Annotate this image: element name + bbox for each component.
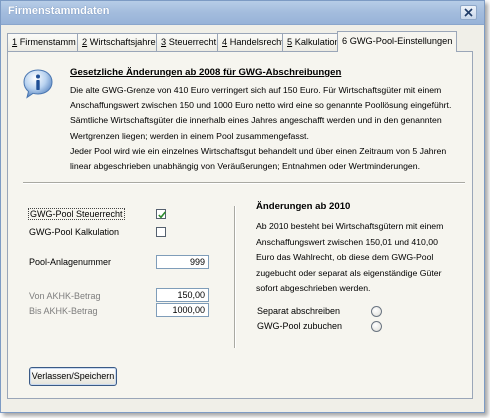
changes-line: sofort abgeschrieben werden. xyxy=(256,283,371,293)
tab-label: Firmenstamm xyxy=(19,37,76,47)
tab-key: 2 xyxy=(82,37,88,47)
tab-label: Handelsrecht xyxy=(229,37,284,47)
info-title: Gesetzliche Änderungen ab 2008 für GWG-A… xyxy=(70,67,342,78)
tab-label: Steuerrecht xyxy=(168,37,217,47)
info-text: Die alte GWG-Grenze von 410 Euro verring… xyxy=(70,83,465,174)
changes-line: Euro das Wahlrecht, ob diese dem GWG-Poo… xyxy=(256,252,434,262)
close-button[interactable] xyxy=(460,5,477,20)
tab-label: Kalkulation xyxy=(294,37,340,47)
gwg-pool-zubuchen-radio[interactable] xyxy=(371,321,382,332)
anlagenummer-label: Pool-Anlagenummer xyxy=(29,257,112,267)
info-line: Wertgrenzen liegen; werden in einem Pool… xyxy=(70,130,309,141)
info-line: linear abgeschrieben unabhängig von Verä… xyxy=(70,161,420,172)
changes-2010-text: Ab 2010 besteht bei Wirtschaftsgütern mi… xyxy=(256,219,461,297)
tab-handelsrecht[interactable]: 4 Handelsrecht xyxy=(217,33,289,52)
tab-key: 5 xyxy=(287,37,293,47)
tab-kalkulation[interactable]: 5 Kalkulation xyxy=(282,33,345,52)
von-akhk-label: Von AKHK-Betrag xyxy=(29,291,101,301)
separat-abschreiben-radio[interactable] xyxy=(371,306,382,317)
von-akhk-field[interactable]: 150,00 xyxy=(156,288,209,302)
tab-steuerrecht[interactable]: 3 Steuerrecht xyxy=(156,33,222,52)
vertical-divider xyxy=(234,206,236,348)
changes-line: zugebucht oder separat als eigenständige… xyxy=(256,267,442,278)
tab-wirtschaftsjahre[interactable]: 2 Wirtschaftsjahre xyxy=(77,33,161,52)
pool-steuerrecht-label[interactable]: GWG-Pool Steuerrecht xyxy=(28,208,125,220)
changes-line: Anschaffungswert zwischen 150,01 und 410… xyxy=(256,236,438,247)
info-icon xyxy=(23,69,53,99)
tab-key: 1 xyxy=(12,37,18,47)
changes-line: Ab 2010 besteht bei Wirtschaftsgütern mi… xyxy=(256,221,444,231)
info-line: Jeder Pool wird wie ein einzelnes Wirtsc… xyxy=(70,145,447,156)
changes-2010-title: Änderungen ab 2010 xyxy=(256,201,351,212)
tab-key: 4 xyxy=(222,37,228,47)
info-line: Die alte GWG-Grenze von 410 Euro verring… xyxy=(70,85,442,95)
info-line: Sämtliche Wirtschaftsgüter die innerhalb… xyxy=(70,115,442,126)
anlagenummer-field[interactable]: 999 xyxy=(156,255,209,269)
pool-kalkulation-label[interactable]: GWG-Pool Kalkulation xyxy=(29,227,119,237)
horizontal-divider xyxy=(23,182,465,184)
tab-key: 6 xyxy=(342,36,348,46)
info-line: Anschaffungswert zwischen 150 und 1000 E… xyxy=(70,100,452,111)
title-bar[interactable]: Firmenstammdaten xyxy=(1,1,484,25)
pool-kalkulation-checkbox[interactable] xyxy=(156,227,166,237)
separat-abschreiben-label[interactable]: Separat abschreiben xyxy=(257,306,340,316)
tab-label: GWG-Pool-Einstellungen xyxy=(349,36,453,46)
pool-steuerrecht-checkbox[interactable] xyxy=(156,209,166,219)
bis-akhk-label: Bis AKHK-Betrag xyxy=(29,306,98,316)
close-icon xyxy=(464,8,473,17)
checkmark-icon xyxy=(158,211,166,219)
tab-gwg-pool-einstellungen[interactable]: 6 GWG-Pool-Einstellungen xyxy=(337,31,458,52)
tab-firmenstamm[interactable]: 1 Firmenstamm xyxy=(7,33,81,52)
tab-key: 3 xyxy=(161,37,167,47)
bis-akhk-field[interactable]: 1000,00 xyxy=(156,303,209,317)
window-title: Firmenstammdaten xyxy=(8,5,110,17)
save-button[interactable]: Verlassen/Speichern xyxy=(29,367,117,386)
tab-label: Wirtschaftsjahre xyxy=(89,37,156,47)
gwg-pool-zubuchen-label[interactable]: GWG-Pool zubuchen xyxy=(257,321,342,331)
